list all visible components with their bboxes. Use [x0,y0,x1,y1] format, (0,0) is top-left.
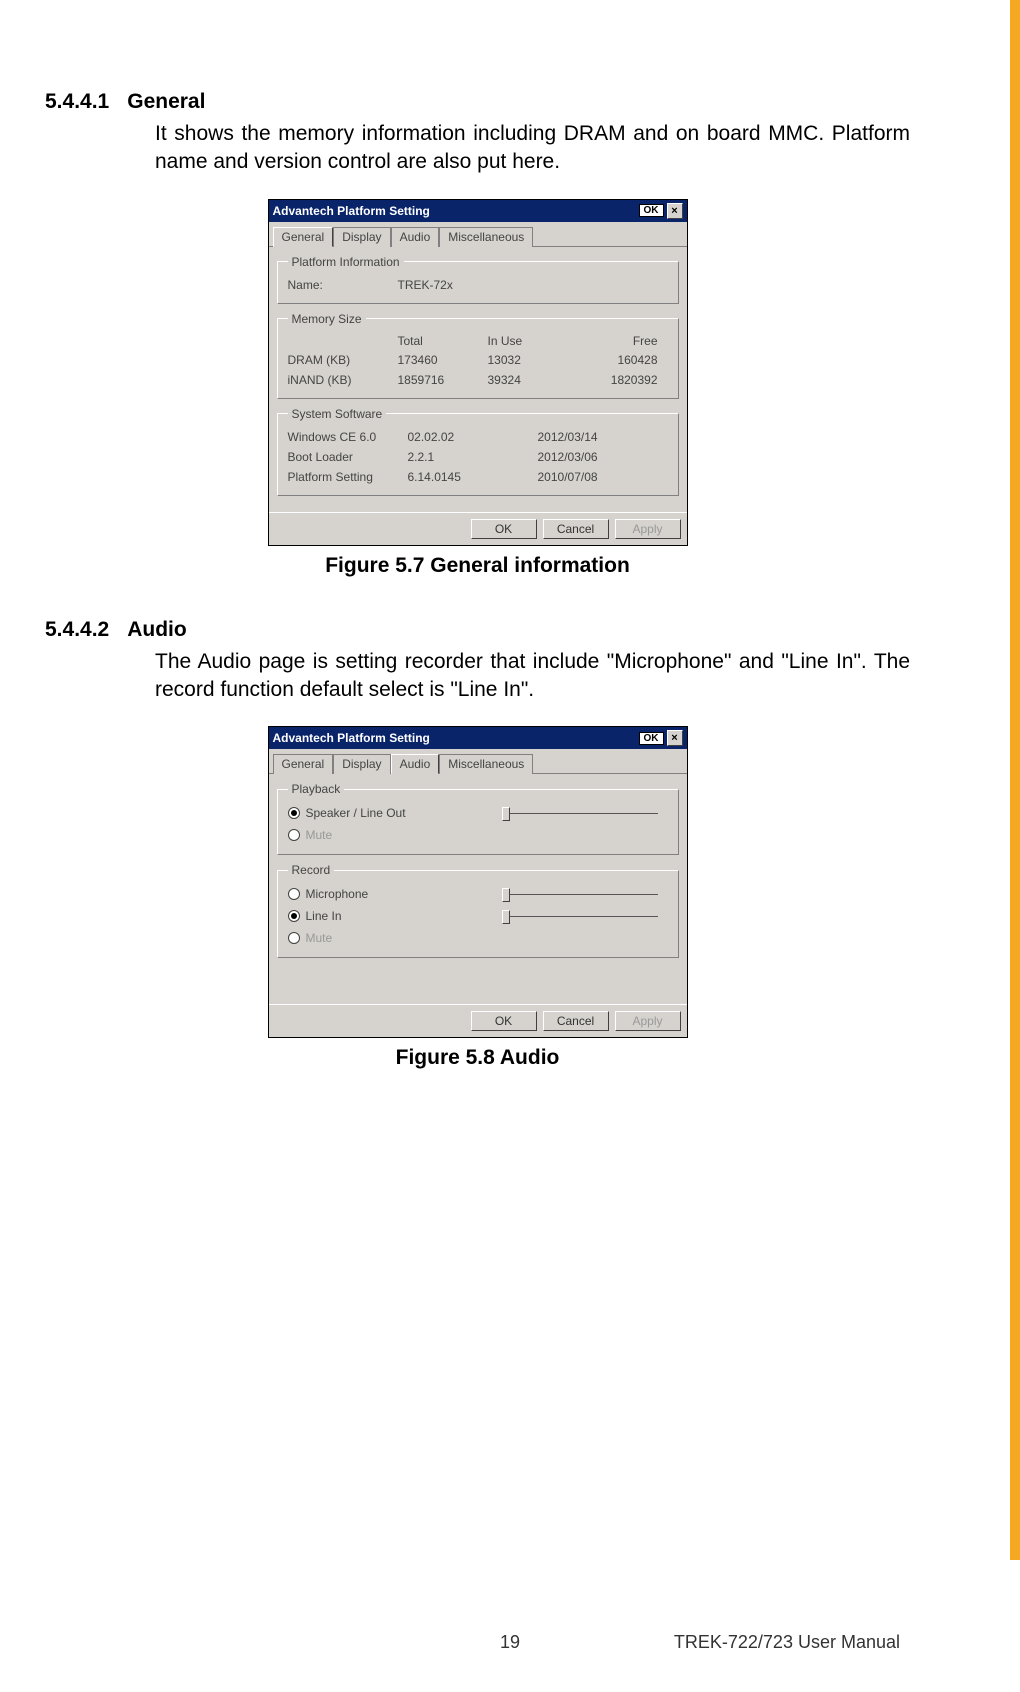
tab-general[interactable]: General [273,227,334,247]
titlebar-text: Advantech Platform Setting [273,731,639,745]
section-audio-heading: 5.4.4.2 Audio [45,618,910,642]
button-row: OK Cancel Apply [269,1004,687,1037]
playback-slider[interactable] [498,810,658,816]
mem-header-inuse: In Use [488,334,578,348]
boot-date: 2012/03/06 [538,450,668,464]
page-number: 19 [500,1632,520,1653]
table-row: Boot Loader 2.2.1 2012/03/06 [288,447,668,467]
playback-mute-radio[interactable] [288,829,300,841]
titlebar: Advantech Platform Setting OK × [269,727,687,749]
boot-name: Boot Loader [288,450,408,464]
linein-label: Line In [306,909,342,923]
plat-ver: 6.14.0145 [408,470,538,484]
section-general-body: It shows the memory information includin… [155,120,910,177]
platform-info-group: Platform Information Name: TREK-72x [277,255,679,304]
tab-general[interactable]: General [273,754,334,774]
titlebar-text: Advantech Platform Setting [273,204,639,218]
section-audio-title: Audio [127,618,186,642]
mem-header-total: Total [398,334,488,348]
wince-date: 2012/03/14 [538,430,668,444]
memory-size-legend: Memory Size [288,312,366,326]
section-general-heading: 5.4.4.1 General [45,90,910,114]
tab-audio[interactable]: Audio [391,754,440,774]
tab-miscellaneous[interactable]: Miscellaneous [439,227,533,247]
inand-free: 1820392 [578,373,658,387]
section-audio-body: The Audio page is setting recorder that … [155,648,910,705]
playback-mute-label: Mute [306,828,333,842]
record-mute-radio[interactable] [288,932,300,944]
plat-date: 2010/07/08 [538,470,668,484]
section-audio-number: 5.4.4.2 [45,618,109,642]
dram-inuse: 13032 [488,353,578,367]
microphone-slider[interactable] [498,891,658,897]
speaker-radio[interactable] [288,807,300,819]
tab-display[interactable]: Display [333,754,390,774]
ok-button[interactable]: OK [471,1011,537,1031]
record-group: Record Microphone Line In Mute [277,863,679,958]
table-row: Platform Setting 6.14.0145 2010/07/08 [288,467,668,487]
inand-total: 1859716 [398,373,488,387]
microphone-label: Microphone [306,887,369,901]
record-mute-label: Mute [306,931,333,945]
general-dialog: Advantech Platform Setting OK × General … [268,199,688,546]
table-row: DRAM (KB) 173460 13032 160428 [288,350,668,370]
tab-audio[interactable]: Audio [391,227,440,247]
playback-group: Playback Speaker / Line Out Mute [277,782,679,855]
titlebar-ok-button[interactable]: OK [639,204,664,217]
section-general-number: 5.4.4.1 [45,90,109,114]
dram-free: 160428 [578,353,658,367]
button-row: OK Cancel Apply [269,512,687,545]
platform-name-value: TREK-72x [398,278,453,292]
apply-button[interactable]: Apply [615,519,681,539]
plat-name: Platform Setting [288,470,408,484]
inand-inuse: 39324 [488,373,578,387]
side-accent-bar [1010,0,1020,1560]
wince-name: Windows CE 6.0 [288,430,408,444]
apply-button[interactable]: Apply [615,1011,681,1031]
tab-strip: General Display Audio Miscellaneous [269,749,687,774]
figure-caption-general: Figure 5.7 General information [45,554,910,578]
platform-info-legend: Platform Information [288,255,404,269]
tab-miscellaneous[interactable]: Miscellaneous [439,754,533,774]
table-row: iNAND (KB) 1859716 39324 1820392 [288,370,668,390]
memory-size-group: Memory Size Total In Use Free DRAM (KB) … [277,312,679,399]
titlebar: Advantech Platform Setting OK × [269,200,687,222]
system-software-legend: System Software [288,407,387,421]
close-icon[interactable]: × [667,203,683,219]
record-legend: Record [288,863,335,877]
ok-button[interactable]: OK [471,519,537,539]
linein-radio[interactable] [288,910,300,922]
inand-label: iNAND (KB) [288,373,398,387]
tab-strip: General Display Audio Miscellaneous [269,222,687,247]
cancel-button[interactable]: Cancel [543,519,609,539]
system-software-group: System Software Windows CE 6.0 02.02.02 … [277,407,679,496]
figure-caption-audio: Figure 5.8 Audio [45,1046,910,1070]
cancel-button[interactable]: Cancel [543,1011,609,1031]
boot-ver: 2.2.1 [408,450,538,464]
titlebar-ok-button[interactable]: OK [639,732,664,745]
tab-display[interactable]: Display [333,227,390,247]
manual-title: TREK-722/723 User Manual [674,1632,900,1653]
playback-legend: Playback [288,782,345,796]
close-icon[interactable]: × [667,730,683,746]
dram-total: 173460 [398,353,488,367]
table-row: Windows CE 6.0 02.02.02 2012/03/14 [288,427,668,447]
dram-label: DRAM (KB) [288,353,398,367]
wince-ver: 02.02.02 [408,430,538,444]
platform-name-label: Name: [288,278,398,292]
microphone-radio[interactable] [288,888,300,900]
section-general-title: General [127,90,205,114]
speaker-label: Speaker / Line Out [306,806,406,820]
mem-header-free: Free [578,334,658,348]
linein-slider[interactable] [498,913,658,919]
audio-dialog: Advantech Platform Setting OK × General … [268,726,688,1038]
